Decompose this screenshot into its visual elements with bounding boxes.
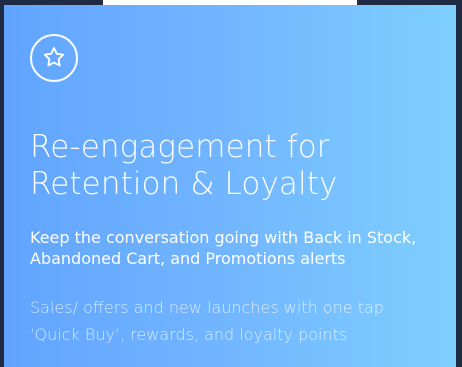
star-icon <box>43 47 65 67</box>
description: Sales/ offers and new launches with one … <box>30 294 440 348</box>
description-line-2: ‘Quick Buy’, rewards, and loyalty points <box>30 325 348 344</box>
description-line-1: Sales/ offers and new launches with one … <box>30 298 384 317</box>
screenshot-frame: Re-engagement for Retention & Loyalty Ke… <box>0 0 462 367</box>
headline-line-2: Retention & Loyalty <box>30 165 338 202</box>
retention-loyalty-card: Re-engagement for Retention & Loyalty Ke… <box>4 5 456 367</box>
subheadline-line-1: Keep the conversation going with Back in… <box>30 228 417 247</box>
headline-line-1: Re-engagement for <box>30 128 330 165</box>
headline: Re-engagement for Retention & Loyalty <box>30 129 430 203</box>
subheadline-line-2: Abandoned Cart, and Promotions alerts <box>30 249 346 268</box>
star-icon-circle <box>30 34 78 82</box>
subheadline: Keep the conversation going with Back in… <box>30 227 440 269</box>
